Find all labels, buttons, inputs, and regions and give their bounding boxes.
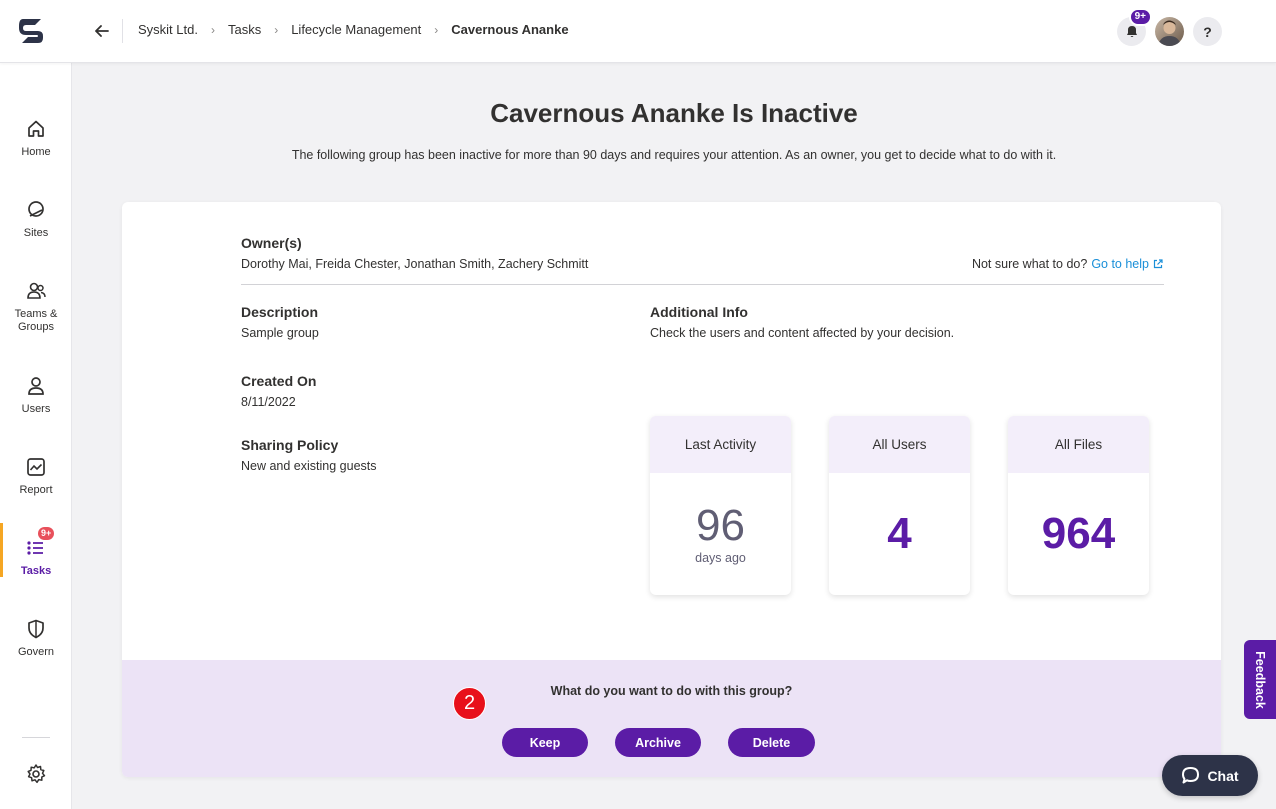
breadcrumb-item-tasks[interactable]: Tasks (228, 22, 261, 37)
created-on-label: Created On (241, 373, 317, 389)
shield-icon (28, 619, 44, 639)
sidebar-item-label: Teams & Groups (14, 308, 58, 333)
stat-value: 96 (696, 501, 745, 550)
group-name: Cavernous Ananke (490, 98, 725, 128)
report-icon (27, 458, 45, 476)
feedback-tab[interactable]: Feedback (1244, 640, 1276, 719)
tasks-badge: 9+ (38, 527, 55, 540)
sidebar-item-govern[interactable]: Govern (0, 618, 72, 659)
delete-button[interactable]: Delete (728, 728, 815, 757)
sidebar-item-home[interactable]: Home (0, 118, 72, 159)
gear-icon[interactable] (25, 763, 47, 785)
teams-groups-icon (27, 282, 46, 299)
sidebar-item-label: Report (19, 484, 53, 496)
sidebar-item-users[interactable]: Users (0, 375, 72, 416)
breadcrumb-item-current: Cavernous Ananke (451, 22, 569, 37)
sidebar: Home Sites Teams & Groups Users Report 9… (0, 63, 72, 809)
sidebar-item-label: Users (21, 403, 51, 415)
sites-icon (28, 201, 44, 217)
tasks-icon: 9+ (25, 527, 55, 559)
sidebar-item-label: Sites (23, 227, 49, 239)
help-button[interactable]: ? (1193, 17, 1222, 46)
step-marker: 2 (453, 687, 486, 720)
sidebar-divider (22, 737, 50, 738)
stat-card-all-users[interactable]: All Users 4 (829, 416, 970, 595)
question-icon: ? (1203, 23, 1212, 40)
sidebar-item-teams-groups[interactable]: Teams & Groups (0, 280, 72, 334)
status-text: Is Inactive (732, 98, 858, 128)
breadcrumb: Syskit Ltd. › Tasks › Lifecycle Manageme… (138, 22, 569, 37)
avatar[interactable] (1155, 17, 1184, 46)
sidebar-item-sites[interactable]: Sites (0, 199, 72, 240)
sidebar-item-label: Govern (17, 646, 55, 658)
stat-title: All Users (829, 416, 970, 473)
created-on-value: 8/11/2022 (241, 395, 296, 409)
owners-value: Dorothy Mai, Freida Chester, Jonathan Sm… (241, 257, 589, 271)
stat-title: All Files (1008, 416, 1149, 473)
page-subtitle: The following group has been inactive fo… (291, 148, 1057, 162)
stat-unit: days ago (695, 551, 746, 565)
chevron-right-icon: › (434, 22, 439, 37)
feedback-label: Feedback (1253, 650, 1268, 709)
description-label: Description (241, 304, 319, 320)
sharing-policy-label: Sharing Policy (241, 437, 339, 453)
decision-panel: What do you want to do with this group? … (122, 660, 1221, 777)
external-link-icon (1153, 259, 1163, 269)
stat-card-all-files[interactable]: All Files 964 (1008, 416, 1149, 595)
user-icon (28, 377, 44, 395)
syskit-logo[interactable] (17, 16, 47, 46)
help-prompt: Not sure what to do? Go to help (972, 257, 1163, 271)
chat-label: Chat (1207, 767, 1239, 784)
sidebar-item-label: Tasks (20, 565, 52, 577)
topbar-divider (122, 19, 123, 43)
owners-label: Owner(s) (241, 235, 302, 251)
decision-question: What do you want to do with this group? (550, 684, 793, 698)
sidebar-item-report[interactable]: Report (0, 456, 72, 497)
keep-button[interactable]: Keep (502, 728, 588, 757)
stat-title: Last Activity (650, 416, 791, 473)
additional-info-label: Additional Info (650, 304, 748, 320)
notification-badge: 9+ (1128, 8, 1152, 26)
notifications-button[interactable]: 9+ (1117, 8, 1152, 46)
group-details-card: Owner(s) Dorothy Mai, Freida Chester, Jo… (122, 202, 1221, 777)
sidebar-item-label: Home (21, 146, 51, 158)
breadcrumb-item-syskit[interactable]: Syskit Ltd. (138, 22, 198, 37)
stat-value[interactable]: 964 (1042, 511, 1115, 557)
stat-card-last-activity: Last Activity 96 days ago (650, 416, 791, 595)
page-title: Cavernous Ananke Is Inactive (72, 98, 1276, 129)
sidebar-item-tasks[interactable]: 9+ Tasks (0, 523, 72, 578)
home-icon (28, 120, 44, 137)
chat-button[interactable]: Chat (1162, 755, 1258, 796)
go-to-help-link[interactable]: Go to help (1091, 257, 1163, 271)
go-to-help-label: Go to help (1091, 257, 1149, 271)
topbar-actions: 9+ ? (1117, 8, 1222, 46)
description-value: Sample group (241, 326, 319, 340)
sharing-policy-value: New and existing guests (241, 459, 377, 473)
help-text: Not sure what to do? (971, 257, 1088, 271)
bell-icon (1126, 26, 1137, 37)
stat-value[interactable]: 4 (887, 511, 911, 557)
breadcrumb-item-lifecycle[interactable]: Lifecycle Management (291, 22, 421, 37)
archive-button[interactable]: Archive (615, 728, 701, 757)
chevron-right-icon: › (210, 22, 215, 37)
chevron-right-icon: › (274, 22, 279, 37)
chat-bubble-icon (1182, 767, 1200, 784)
back-arrow-icon[interactable] (92, 21, 112, 41)
top-bar: Syskit Ltd. › Tasks › Lifecycle Manageme… (0, 0, 1276, 63)
details-divider (241, 284, 1164, 285)
additional-info-value: Check the users and content affected by … (650, 326, 955, 340)
